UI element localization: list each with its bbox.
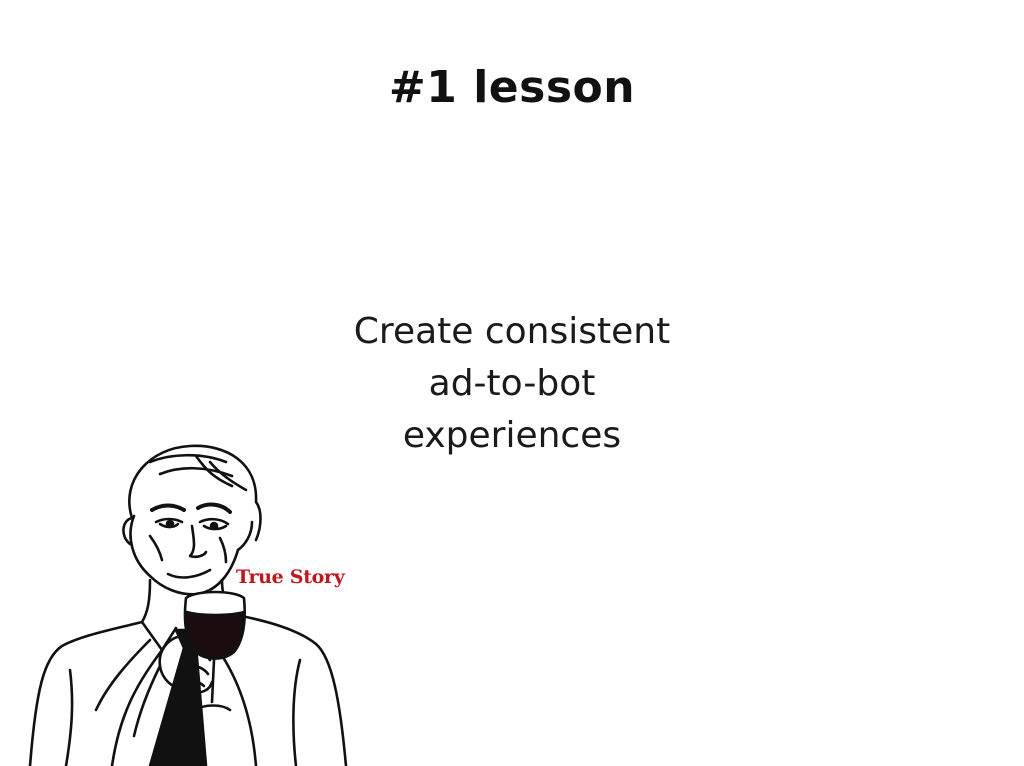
body-line-2: ad-to-bot (428, 363, 596, 404)
slide: #1 lesson Create consistent ad-to-bot ex… (0, 0, 1024, 766)
body-line-1: Create consistent (353, 311, 671, 352)
slide-title: #1 lesson (388, 62, 636, 113)
meme-caption: True Story (236, 566, 345, 588)
slide-body-text: Create consistent ad-to-bot experiences (262, 306, 762, 462)
true-story-meme-icon (0, 440, 360, 766)
